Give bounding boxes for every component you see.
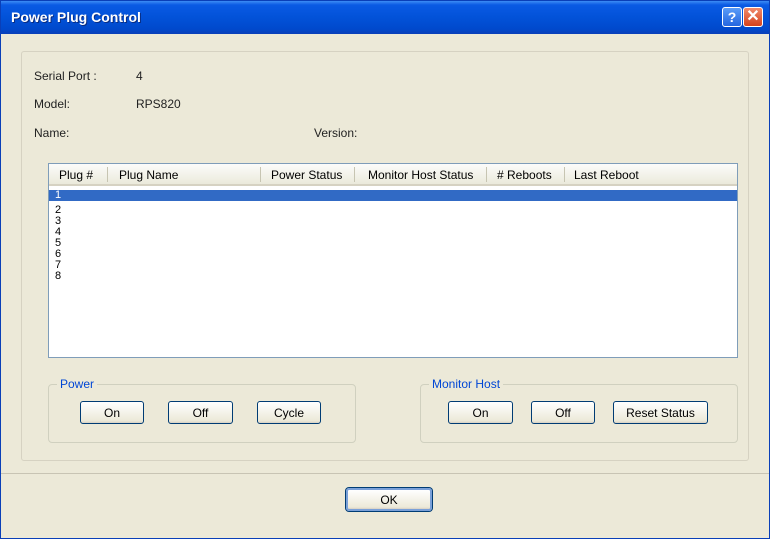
window-title: Power Plug Control <box>11 9 141 25</box>
version-label: Version: <box>314 126 358 140</box>
column-reboots[interactable]: # Reboots <box>497 168 552 182</box>
monitor-host-group: Monitor Host On Off Reset Status <box>420 377 738 443</box>
reset-status-button[interactable]: Reset Status <box>613 401 708 424</box>
plug-list-header: Plug # Plug Name Power Status Monitor Ho… <box>49 164 737 186</box>
column-plug-number[interactable]: Plug # <box>59 168 93 182</box>
power-off-button[interactable]: Off <box>168 401 233 424</box>
table-row[interactable]: 3 <box>49 216 737 227</box>
power-cycle-button[interactable]: Cycle <box>257 401 321 424</box>
model-label: Model: <box>34 97 71 111</box>
power-group: Power On Off Cycle <box>48 377 356 443</box>
table-row[interactable]: 6 <box>49 249 737 260</box>
table-row[interactable]: 5 <box>49 238 737 249</box>
column-separator[interactable] <box>107 167 108 182</box>
table-row[interactable]: 4 <box>49 227 737 238</box>
column-plug-name[interactable]: Plug Name <box>119 168 178 182</box>
monitor-off-button[interactable]: Off <box>531 401 595 424</box>
power-plug-control-dialog: Power Plug Control ? ✕ Serial Port : 4 M… <box>0 0 770 539</box>
help-icon[interactable]: ? <box>722 7 742 27</box>
power-on-button[interactable]: On <box>80 401 144 424</box>
column-separator[interactable] <box>564 167 565 182</box>
footer-divider <box>1 473 769 474</box>
close-icon[interactable]: ✕ <box>743 7 763 27</box>
ok-button[interactable]: OK <box>346 488 432 511</box>
name-label: Name: <box>34 126 70 140</box>
plug-number: 8 <box>55 270 62 282</box>
serial-port-label: Serial Port : <box>34 69 97 83</box>
column-power-status[interactable]: Power Status <box>271 168 342 182</box>
column-monitor-host-status[interactable]: Monitor Host Status <box>368 168 473 182</box>
monitor-on-button[interactable]: On <box>448 401 513 424</box>
table-row[interactable]: 7 <box>49 260 737 271</box>
column-last-reboot[interactable]: Last Reboot <box>574 168 639 182</box>
plug-number: 1 <box>55 189 62 201</box>
column-separator[interactable] <box>486 167 487 182</box>
monitor-host-group-label: Monitor Host <box>429 377 504 391</box>
model-value: RPS820 <box>136 97 181 111</box>
title-bar[interactable]: Power Plug Control ? ✕ <box>1 1 769 34</box>
serial-port-value: 4 <box>136 69 143 83</box>
column-separator[interactable] <box>260 167 261 182</box>
table-row[interactable]: 2 <box>49 205 737 216</box>
plug-list[interactable]: Plug # Plug Name Power Status Monitor Ho… <box>48 163 738 358</box>
column-separator[interactable] <box>354 167 355 182</box>
table-row[interactable]: 8 <box>49 271 737 282</box>
table-row[interactable]: 1 <box>49 190 737 201</box>
power-group-label: Power <box>57 377 98 391</box>
